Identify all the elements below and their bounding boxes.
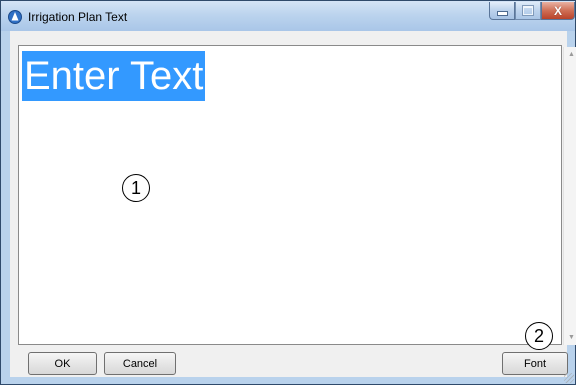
ok-button[interactable]: OK [28,352,97,375]
minimize-button[interactable] [489,2,515,20]
maximize-button [515,2,541,20]
resize-grip-icon[interactable] [564,373,574,383]
close-button[interactable]: X [541,2,575,20]
app-icon [8,10,22,24]
vertical-scrollbar[interactable]: ▲ ▼ [563,47,576,345]
callout-marker-2: 2 [525,322,553,350]
text-input-area[interactable]: Enter Text ▲ ▼ [18,45,576,345]
window-title: Irrigation Plan Text [28,10,128,24]
scroll-down-arrow-icon[interactable]: ▼ [568,334,575,341]
title-bar[interactable]: Irrigation Plan Text X [1,1,575,31]
close-icon: X [553,3,562,18]
cancel-button[interactable]: Cancel [104,352,176,375]
scroll-up-arrow-icon[interactable]: ▲ [568,51,575,58]
callout-marker-1: 1 [122,174,150,202]
minimize-icon [496,11,508,16]
selected-text[interactable]: Enter Text [22,51,206,101]
font-button[interactable]: Font [502,352,568,375]
maximize-icon [523,6,533,15]
